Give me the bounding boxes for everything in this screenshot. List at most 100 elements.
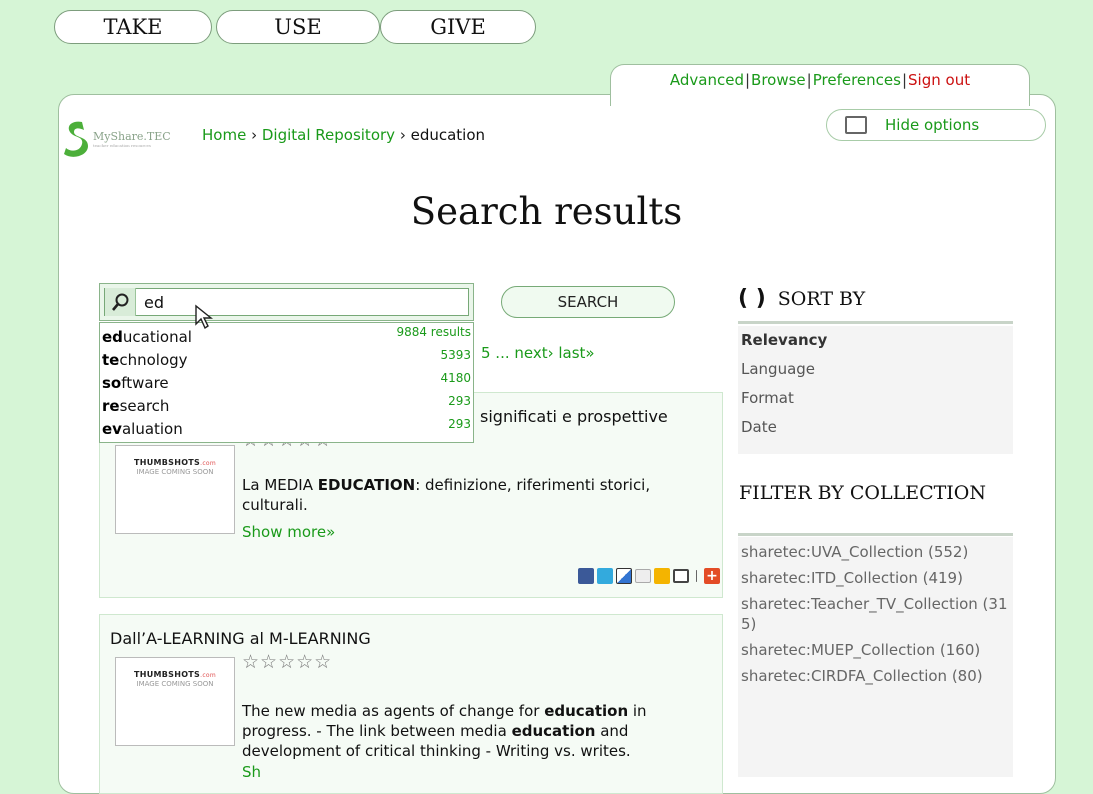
suggestion-prefix: te	[102, 351, 120, 369]
thumb-brand-name: THUMBSHOTS	[133, 670, 201, 679]
result-description: The new media as agents of change for ed…	[242, 701, 712, 761]
desc-text: The new media as agents of change for	[242, 702, 545, 720]
sort-option-relevancy[interactable]: Relevancy	[738, 326, 1013, 355]
result-title[interactable]: significati e prospettive	[480, 407, 668, 426]
suggestion-item[interactable]: software 4180	[102, 371, 471, 393]
search-box	[99, 283, 474, 321]
desc-highlight: education	[544, 702, 629, 720]
suggestion-rest: aluation	[121, 420, 183, 438]
rating-stars[interactable]: ☆☆☆☆☆	[242, 651, 332, 673]
filter-item[interactable]: sharetec:UVA_Collection (552)	[738, 537, 1013, 563]
suggestion-item[interactable]: educational 9884 results	[102, 325, 471, 347]
twitter-icon[interactable]	[597, 568, 613, 584]
nav-tab-use[interactable]: USE	[216, 10, 380, 44]
result-description: La MEDIA EDUCATION: definizione, riferim…	[242, 475, 712, 515]
suggestion-text: evaluation	[102, 420, 183, 438]
logo-text[interactable]: MyShare.TEC teacher education resources	[93, 130, 171, 148]
autocomplete-dropdown: educational 9884 results technology 5393…	[99, 322, 474, 443]
panel-toggle-icon	[845, 116, 867, 134]
suggestion-count: 4180	[440, 371, 471, 385]
sort-option-format[interactable]: Format	[738, 384, 1013, 413]
suggestion-item[interactable]: technology 5393	[102, 348, 471, 370]
breadcrumb-home[interactable]: Home	[202, 126, 246, 144]
breadcrumb-repository[interactable]: Digital Repository	[262, 126, 395, 144]
suggestion-text: software	[102, 374, 169, 392]
breadcrumb-current: education	[410, 126, 486, 144]
suggestion-rest: chnology	[119, 351, 188, 369]
suggestion-prefix: so	[102, 374, 122, 392]
hide-options-button[interactable]: Hide options	[826, 109, 1046, 141]
filter-item[interactable]: sharetec:MUEP_Collection (160)	[738, 635, 1013, 661]
thumb-brand-suffix: .com	[200, 460, 217, 467]
search-button[interactable]: SEARCH	[501, 286, 675, 318]
add-share-icon[interactable]: +	[704, 568, 720, 584]
suggestion-rest: ftware	[121, 374, 169, 392]
facebook-icon[interactable]	[578, 568, 594, 584]
desc-highlight: EDUCATION	[317, 476, 416, 494]
thumb-brand: THUMBSHOTS.com	[116, 458, 234, 467]
filter-item[interactable]: sharetec:ITD_Collection (419)	[738, 563, 1013, 589]
suggestion-text: educational	[102, 328, 192, 346]
suggestion-text: research	[102, 397, 169, 415]
advanced-link[interactable]: Advanced	[670, 71, 744, 89]
suggestion-rest: search	[119, 397, 170, 415]
suggestion-item[interactable]: evaluation 293	[102, 417, 471, 439]
result-title[interactable]: Dall’A-LEARNING al M-LEARNING	[110, 629, 371, 648]
suggestion-prefix: ed	[102, 328, 123, 346]
signout-link[interactable]: Sign out	[908, 71, 970, 89]
share-separator	[696, 570, 697, 582]
suggestion-rest: ucational	[122, 328, 192, 346]
suggestion-count: 9884 results	[396, 325, 471, 339]
favorite-icon[interactable]	[654, 568, 670, 584]
delicious-icon[interactable]	[616, 568, 632, 584]
filter-item[interactable]: sharetec:CIRDFA_Collection (80)	[738, 661, 1013, 687]
suggestion-prefix: ev	[102, 420, 122, 438]
collection-filter-list: sharetec:UVA_Collection (552) sharetec:I…	[738, 537, 1013, 777]
sort-option-date[interactable]: Date	[738, 413, 1013, 442]
email-icon[interactable]	[635, 569, 651, 583]
desc-text: La MEDIA	[242, 476, 318, 494]
sort-options: Relevancy Language Format Date	[738, 326, 1013, 454]
nav-tab-take[interactable]: TAKE	[54, 10, 212, 44]
thumb-brand-suffix: .com	[200, 672, 217, 679]
divider	[738, 321, 1013, 324]
nav-tab-give[interactable]: GIVE	[380, 10, 536, 44]
breadcrumb-separator: ›	[399, 126, 406, 144]
filter-heading: FILTER BY COLLECTION	[739, 482, 986, 504]
share-toolbar: +	[578, 568, 720, 584]
show-more-link[interactable]: Sh	[242, 763, 261, 781]
logo-tagline: teacher education resources	[93, 143, 151, 148]
search-input[interactable]	[144, 292, 444, 312]
search-field-wrapper	[104, 288, 469, 316]
suggestion-count: 5393	[440, 348, 471, 362]
filter-item[interactable]: sharetec:Teacher_TV_Collection (315)	[738, 589, 1011, 635]
result-thumbnail[interactable]: THUMBSHOTS.com IMAGE COMING SOON	[115, 445, 235, 534]
logo-wordmark: MyShare.TEC	[93, 130, 171, 143]
page-title: Search results	[410, 190, 683, 233]
preferences-link[interactable]: Preferences	[813, 71, 901, 89]
print-icon[interactable]	[673, 569, 689, 583]
show-more-link[interactable]: Show more»	[242, 523, 335, 541]
sort-option-language[interactable]: Language	[738, 355, 1013, 384]
divider	[738, 533, 1013, 536]
pagination[interactable]: 5 ... next› last»	[481, 344, 595, 362]
search-icon	[105, 288, 136, 316]
logo-icon[interactable]	[62, 118, 90, 158]
thumb-brand: THUMBSHOTS.com	[116, 670, 234, 679]
thumb-brand-name: THUMBSHOTS	[133, 458, 201, 467]
desc-highlight: education	[511, 722, 596, 740]
mouse-cursor-icon	[195, 304, 213, 330]
thumb-caption: IMAGE COMING SOON	[136, 680, 214, 688]
breadcrumb: Home › Digital Repository › education	[202, 126, 485, 144]
result-thumbnail[interactable]: THUMBSHOTS.com IMAGE COMING SOON	[115, 657, 235, 746]
result-card: Dall’A-LEARNING al M-LEARNING ☆☆☆☆☆ THUM…	[99, 614, 723, 794]
browse-link[interactable]: Browse	[751, 71, 806, 89]
sort-icon[interactable]: ( )	[738, 286, 766, 311]
thumb-caption: IMAGE COMING SOON	[136, 468, 214, 476]
account-links: Advanced|Browse|Preferences|Sign out	[610, 64, 1030, 106]
suggestion-count: 293	[448, 394, 471, 408]
sort-heading: SORT BY	[777, 287, 866, 310]
suggestion-item[interactable]: research 293	[102, 394, 471, 416]
breadcrumb-separator: ›	[251, 126, 258, 144]
suggestion-count: 293	[448, 417, 471, 431]
